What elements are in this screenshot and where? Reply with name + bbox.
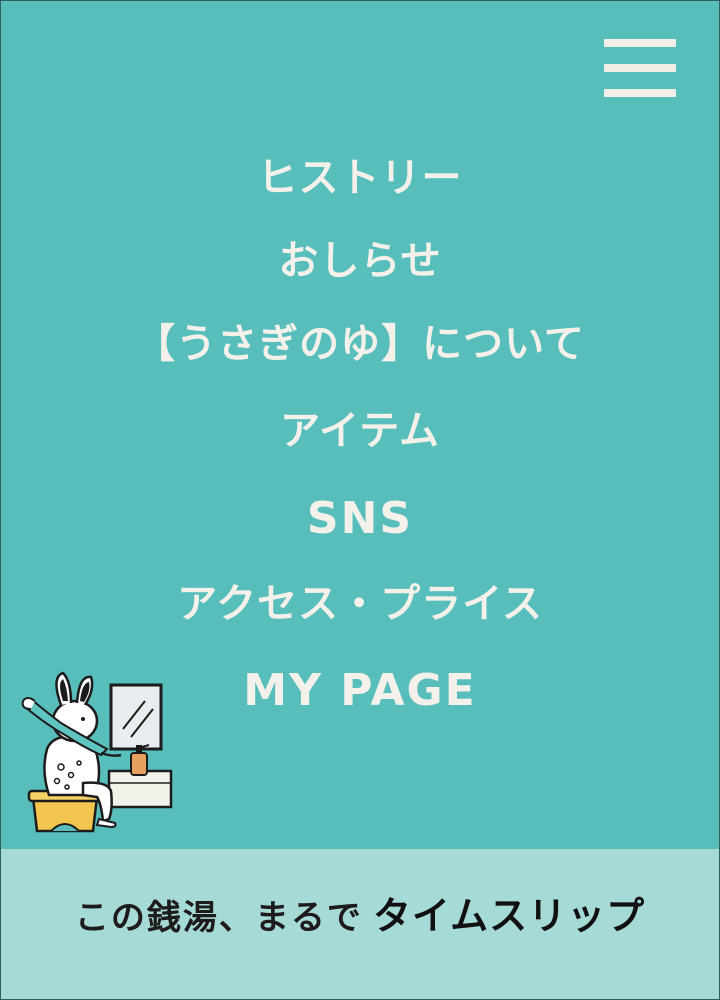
footer-tagline: この銭湯、まるで タイムスリップ bbox=[1, 897, 719, 935]
tagline-part2: タイムスリップ bbox=[372, 894, 646, 938]
menu-panel: ヒストリー おしらせ 【うさぎのゆ】について アイテム SNS アクセス・プライ… bbox=[1, 1, 719, 849]
mirror-icon bbox=[109, 683, 163, 751]
nav-item-items[interactable]: アイテム bbox=[1, 411, 719, 451]
nav-item-history[interactable]: ヒストリー bbox=[1, 158, 719, 198]
nav-item-news[interactable]: おしらせ bbox=[1, 241, 719, 281]
tagline-part1: この銭湯、まるで bbox=[74, 898, 363, 938]
app-root: ヒストリー おしらせ 【うさぎのゆ】について アイテム SNS アクセス・プライ… bbox=[0, 0, 720, 1000]
nav-item-access-price[interactable]: アクセス・プライス bbox=[1, 584, 719, 624]
nav-item-about[interactable]: 【うさぎのゆ】について bbox=[1, 324, 719, 364]
counter-shelf-icon bbox=[107, 769, 173, 809]
nav-item-sns[interactable]: SNS bbox=[1, 497, 719, 541]
rabbit-bathing-illustration bbox=[21, 671, 173, 833]
